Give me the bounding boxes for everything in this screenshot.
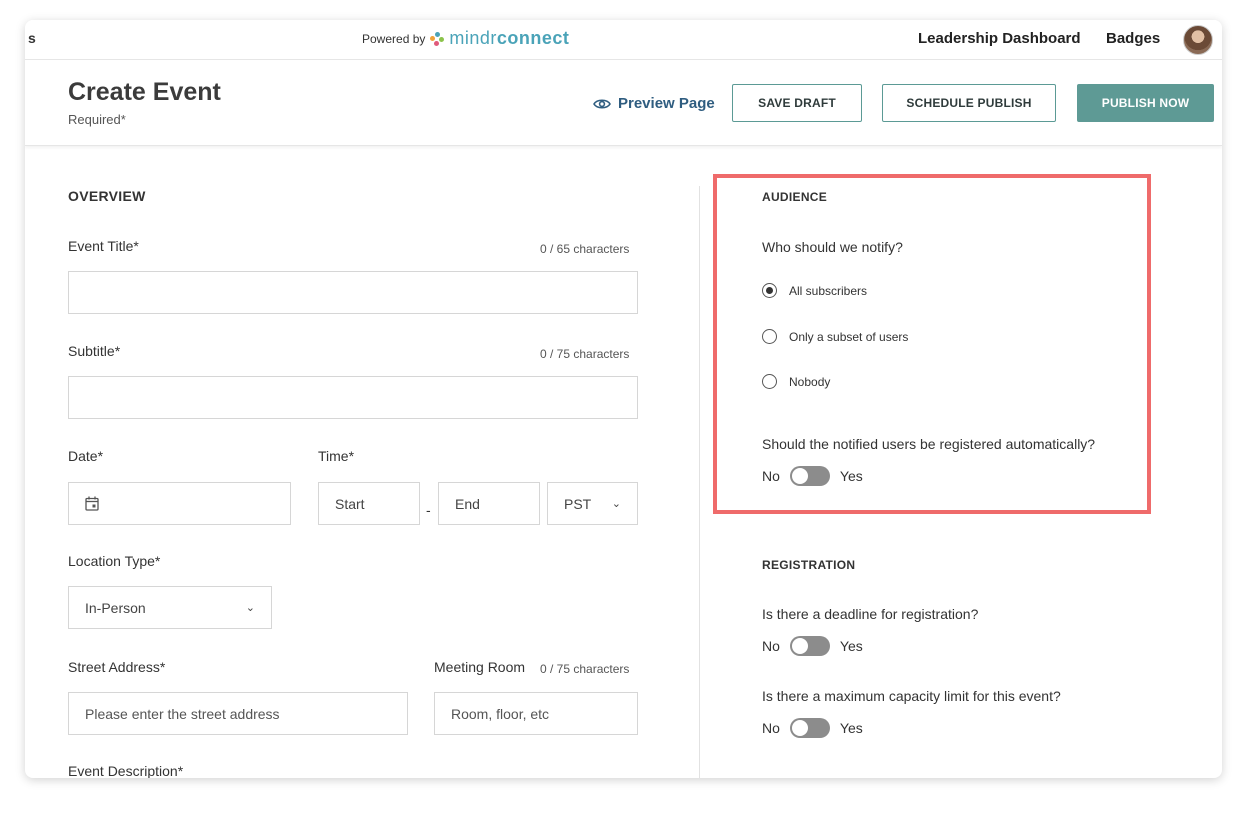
toggle-yes-label: Yes	[839, 720, 863, 736]
time-separator: -	[426, 502, 431, 518]
start-time-input[interactable]: Start	[318, 482, 420, 525]
radio-label: Only a subset of users	[789, 329, 909, 344]
avatar[interactable]	[1183, 25, 1213, 55]
end-time-input[interactable]: End	[438, 482, 540, 525]
calendar-icon	[85, 496, 99, 511]
toggle-yes-label: Yes	[839, 468, 863, 484]
street-address-label: Street Address*	[68, 659, 166, 675]
toggle-no-label: No	[762, 468, 780, 484]
auto-register-question: Should the notified users be registered …	[762, 436, 1096, 452]
subtitle-counter: 0 / 75 characters	[540, 347, 630, 361]
radio-button[interactable]	[762, 283, 777, 298]
top-bar: s Powered by mindrconnect Leadership Das…	[25, 20, 1222, 60]
toggle-yes-label: Yes	[839, 638, 863, 654]
audience-highlight-box	[713, 174, 1151, 514]
capacity-question: Is there a maximum capacity limit for th…	[762, 688, 1061, 704]
capacity-toggle[interactable]	[789, 718, 830, 738]
date-input[interactable]	[68, 482, 291, 525]
audience-section-title: AUDIENCE	[762, 190, 828, 204]
toggle-no-label: No	[762, 638, 780, 654]
preview-page-label: Preview Page	[618, 95, 715, 112]
mindr-logo-icon	[430, 31, 445, 46]
nav-leadership-dashboard[interactable]: Leadership Dashboard	[918, 30, 1081, 47]
capacity-toggle-row: No Yes	[762, 718, 863, 738]
event-title-input[interactable]	[68, 271, 638, 314]
location-type-select[interactable]: In-Person ⌄	[68, 586, 272, 629]
powered-by-text: Powered by	[362, 31, 426, 46]
app-window: s Powered by mindrconnect Leadership Das…	[25, 20, 1222, 778]
deadline-question: Is there a deadline for registration?	[762, 606, 979, 622]
truncated-text: s	[28, 30, 36, 46]
toggle-no-label: No	[762, 720, 780, 736]
radio-label: All subscribers	[789, 283, 868, 298]
location-type-label: Location Type*	[68, 553, 161, 569]
chevron-down-icon: ⌄	[611, 498, 621, 510]
subtitle-label: Subtitle*	[68, 343, 121, 359]
timezone-value: PST	[564, 495, 592, 512]
schedule-publish-button[interactable]: SCHEDULE PUBLISH	[882, 84, 1056, 122]
auto-register-toggle[interactable]	[789, 466, 830, 486]
page-header: Create Event Required* Preview Page SAVE…	[25, 60, 1222, 146]
publish-now-button[interactable]: PUBLISH NOW	[1077, 84, 1214, 122]
brand-name-part2: connect	[496, 28, 570, 48]
auto-register-toggle-row: No Yes	[762, 466, 863, 486]
street-address-input[interactable]: Please enter the street address	[68, 692, 408, 735]
radio-button[interactable]	[762, 329, 777, 344]
nav-badges[interactable]: Badges	[1106, 30, 1160, 47]
date-label: Date*	[68, 448, 104, 464]
powered-by-logo: Powered by mindrconnect	[362, 28, 569, 49]
required-note: Required*	[68, 112, 126, 127]
meeting-room-input[interactable]: Room, floor, etc	[434, 692, 638, 735]
deadline-toggle[interactable]	[789, 636, 830, 656]
overview-section-title: OVERVIEW	[68, 188, 146, 204]
timezone-select[interactable]: PST ⌄	[547, 482, 638, 525]
meeting-room-counter: 0 / 75 characters	[540, 662, 630, 676]
radio-button[interactable]	[762, 374, 777, 389]
radio-all-subscribers[interactable]: All subscribers	[762, 283, 867, 298]
radio-subset-users[interactable]: Only a subset of users	[762, 329, 908, 344]
radio-nobody[interactable]: Nobody	[762, 374, 830, 389]
subtitle-input[interactable]	[68, 376, 638, 419]
column-divider	[699, 186, 700, 778]
time-label: Time*	[318, 448, 355, 464]
chevron-down-icon: ⌄	[245, 602, 255, 614]
save-draft-button[interactable]: SAVE DRAFT	[732, 84, 862, 122]
event-title-label: Event Title*	[68, 238, 139, 254]
radio-label: Nobody	[789, 374, 831, 389]
meeting-room-label: Meeting Room	[434, 659, 526, 675]
location-type-value: In-Person	[85, 599, 146, 616]
registration-section-title: REGISTRATION	[762, 558, 856, 572]
event-description-label: Event Description*	[68, 763, 184, 778]
brand-name-part1: mindr	[449, 28, 497, 48]
deadline-toggle-row: No Yes	[762, 636, 863, 656]
event-title-counter: 0 / 65 characters	[540, 242, 630, 256]
preview-page-link[interactable]: Preview Page	[593, 95, 715, 112]
notify-question: Who should we notify?	[762, 239, 903, 255]
eye-icon	[593, 98, 611, 109]
page-title: Create Event	[68, 78, 221, 106]
